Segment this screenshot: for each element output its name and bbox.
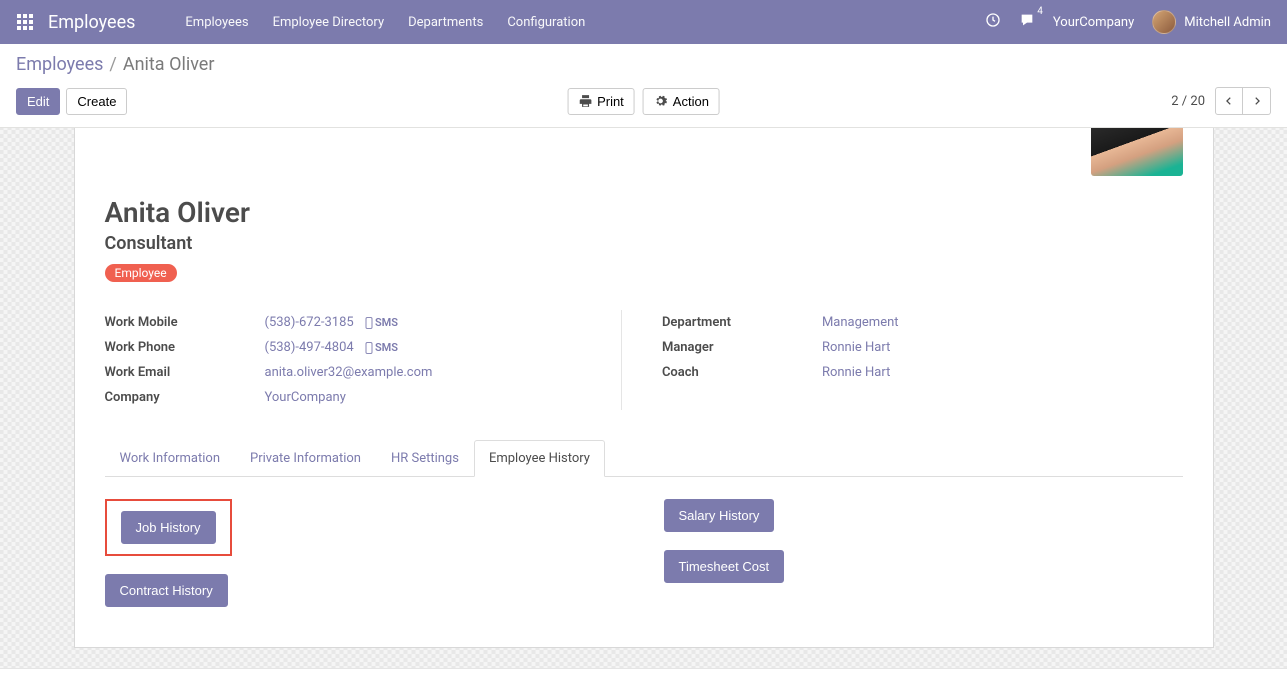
pager-prev-button[interactable] <box>1215 87 1243 115</box>
field-work-mobile: Work Mobile (538)-672-3185 SMS <box>105 310 601 335</box>
pager-text: 2 / 20 <box>1171 94 1205 109</box>
apps-icon[interactable] <box>16 13 34 31</box>
nav-menu-departments[interactable]: Departments <box>408 15 483 30</box>
nav-user-name: Mitchell Admin <box>1184 15 1271 30</box>
create-button[interactable]: Create <box>66 88 127 115</box>
form-sheet: Anita Oliver Consultant Employee Work Mo… <box>74 128 1214 648</box>
actions-center: Print Action <box>567 88 720 115</box>
clock-icon[interactable] <box>985 12 1001 32</box>
edit-button[interactable]: Edit <box>16 88 60 115</box>
salary-history-button[interactable]: Salary History <box>664 499 775 532</box>
company-label: Company <box>105 390 255 405</box>
print-button[interactable]: Print <box>567 88 635 115</box>
breadcrumb-current: Anita Oliver <box>123 54 215 75</box>
actions-left: Edit Create <box>16 88 127 115</box>
messages-badge: 4 <box>1037 6 1043 17</box>
fields-left: Work Mobile (538)-672-3185 SMS Work Phon… <box>105 310 622 410</box>
tab-work-information[interactable]: Work Information <box>105 440 236 477</box>
actions-row: Edit Create Print Action 2 / 20 <box>16 87 1271 115</box>
field-work-phone: Work Phone (538)-497-4804 SMS <box>105 335 601 360</box>
history-col-right: Salary History Timesheet Cost <box>664 499 1183 607</box>
history-grid: Job History Contract History Salary Hist… <box>105 499 1183 607</box>
employee-name: Anita Oliver <box>105 196 1183 229</box>
breadcrumb-root[interactable]: Employees <box>16 54 103 75</box>
phone-icon <box>365 342 373 354</box>
manager-link[interactable]: Ronnie Hart <box>812 340 1183 355</box>
field-department: Department Management <box>662 310 1183 335</box>
sms-button-mobile[interactable]: SMS <box>365 316 398 329</box>
work-email-link[interactable]: anita.oliver32@example.com <box>255 365 601 380</box>
messages-icon[interactable]: 4 <box>1019 12 1035 32</box>
pager-nav <box>1215 87 1271 115</box>
field-company: Company YourCompany <box>105 385 601 410</box>
tab-private-information[interactable]: Private Information <box>235 440 376 477</box>
work-mobile-label: Work Mobile <box>105 315 255 330</box>
tab-hr-settings[interactable]: HR Settings <box>376 440 474 477</box>
work-phone-label: Work Phone <box>105 340 255 355</box>
field-work-email: Work Email anita.oliver32@example.com <box>105 360 601 385</box>
manager-label: Manager <box>662 340 812 355</box>
work-mobile-link[interactable]: (538)-672-3185 <box>265 315 354 330</box>
nav-brand[interactable]: Employees <box>48 12 135 33</box>
footer-strip <box>0 668 1287 696</box>
print-icon <box>578 94 592 108</box>
field-coach: Coach Ronnie Hart <box>662 360 1183 385</box>
coach-label: Coach <box>662 365 812 380</box>
gear-icon <box>654 94 668 108</box>
job-history-button[interactable]: Job History <box>121 511 216 544</box>
breadcrumb: Employees / Anita Oliver <box>16 54 1271 75</box>
tab-employee-history[interactable]: Employee History <box>474 440 605 477</box>
tabs: Work Information Private Information HR … <box>105 440 1183 477</box>
page-body: Anita Oliver Consultant Employee Work Mo… <box>0 128 1287 668</box>
coach-link[interactable]: Ronnie Hart <box>812 365 1183 380</box>
work-phone-link[interactable]: (538)-497-4804 <box>265 340 354 355</box>
department-link[interactable]: Management <box>812 315 1183 330</box>
work-mobile-value: (538)-672-3185 SMS <box>255 315 601 330</box>
actions-right: 2 / 20 <box>1171 87 1271 115</box>
nav-menu-employees[interactable]: Employees <box>185 15 248 30</box>
nav-menu-configuration[interactable]: Configuration <box>507 15 585 30</box>
nav-menu-directory[interactable]: Employee Directory <box>273 15 385 30</box>
action-label: Action <box>673 94 709 109</box>
history-col-left: Job History Contract History <box>105 499 624 607</box>
breadcrumb-sep: / <box>109 54 116 75</box>
employee-photo[interactable] <box>1091 128 1183 176</box>
nav-menu: Employees Employee Directory Departments… <box>185 15 984 30</box>
employee-tag: Employee <box>105 264 177 282</box>
company-link[interactable]: YourCompany <box>255 390 601 405</box>
sms-button-phone[interactable]: SMS <box>365 341 398 354</box>
timesheet-cost-button[interactable]: Timesheet Cost <box>664 550 785 583</box>
nav-right: 4 YourCompany Mitchell Admin <box>985 10 1271 34</box>
print-label: Print <box>597 94 624 109</box>
employee-job-title: Consultant <box>105 233 1183 254</box>
nav-user[interactable]: Mitchell Admin <box>1152 10 1271 34</box>
top-navbar: Employees Employees Employee Directory D… <box>0 0 1287 44</box>
chevron-left-icon <box>1224 96 1234 106</box>
control-bar: Employees / Anita Oliver Edit Create Pri… <box>0 44 1287 128</box>
nav-company[interactable]: YourCompany <box>1053 15 1134 30</box>
chevron-right-icon <box>1252 96 1262 106</box>
department-label: Department <box>662 315 812 330</box>
user-avatar-icon <box>1152 10 1176 34</box>
fields-grid: Work Mobile (538)-672-3185 SMS Work Phon… <box>105 310 1183 410</box>
work-phone-value: (538)-497-4804 SMS <box>255 340 601 355</box>
work-email-label: Work Email <box>105 365 255 380</box>
phone-icon <box>365 317 373 329</box>
job-history-highlight: Job History <box>105 499 232 556</box>
fields-right: Department Management Manager Ronnie Har… <box>662 310 1183 410</box>
pager-next-button[interactable] <box>1243 87 1271 115</box>
contract-history-button[interactable]: Contract History <box>105 574 228 607</box>
action-button[interactable]: Action <box>643 88 720 115</box>
field-manager: Manager Ronnie Hart <box>662 335 1183 360</box>
